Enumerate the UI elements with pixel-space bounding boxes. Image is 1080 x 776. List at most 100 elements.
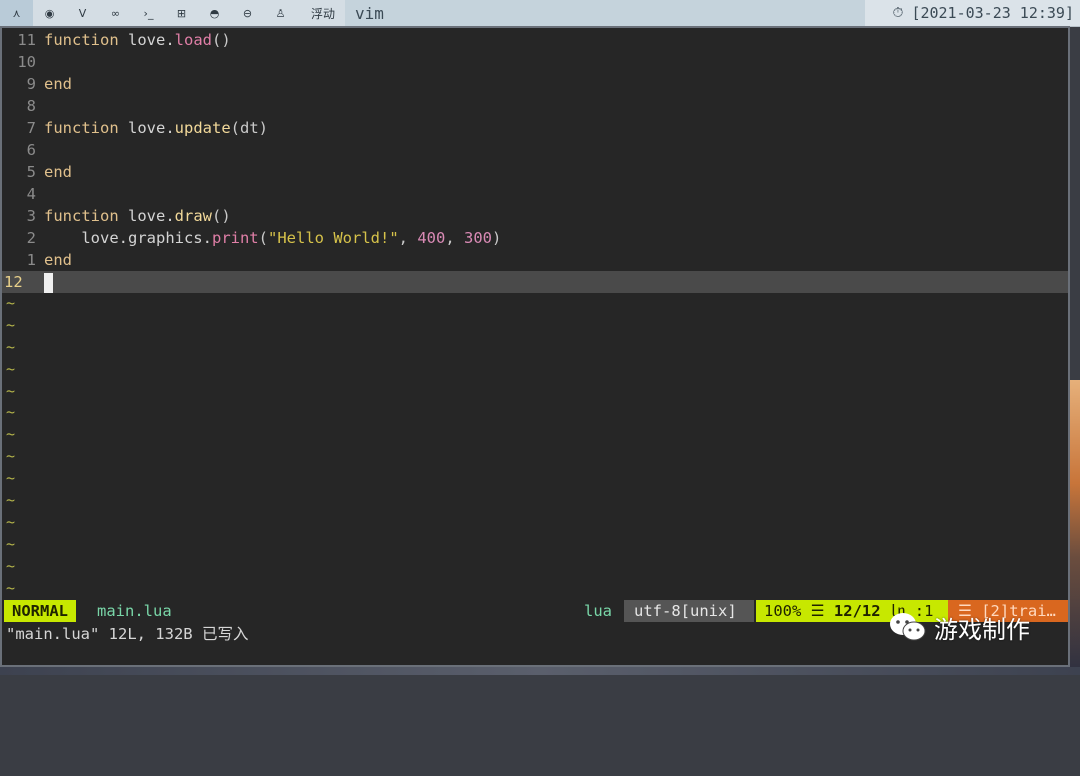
code-token: (dt) [230,119,268,137]
empty-buffer-line: ~ [2,381,1068,403]
floating-toggle-button[interactable]: 浮动 [297,0,349,26]
code-line[interactable]: 2 love.graphics.print("Hello World!", 40… [2,227,1068,249]
tilde-marker: ~ [6,315,16,334]
file-type: lua [584,602,612,620]
empty-buffer-line: ~ [2,424,1068,446]
tilde-marker: ~ [6,381,16,400]
code-token: 300 [464,229,492,247]
line-number: 4 [26,185,36,203]
empty-buffer-line: ~ [2,512,1068,534]
line-number: 7 [26,119,36,137]
current-line[interactable]: 12 [2,271,1068,293]
android-icon[interactable]: ◓ [198,0,231,26]
code-token: draw [174,207,212,225]
empty-buffer-line: ~ [2,359,1068,381]
line-number: 8 [26,97,36,115]
percent: 100% [764,602,802,620]
desktop-edge [0,667,1080,675]
code-line[interactable]: 6 [2,139,1068,161]
line-number: 1 [26,251,36,269]
tilde-marker: ~ [6,447,16,466]
line-number: 11 [17,31,36,49]
code-token: love. [128,31,175,49]
empty-buffer-line: ~ [2,556,1068,578]
text-cursor [44,272,53,293]
code-token: function [44,31,119,49]
code-token: , [398,229,418,247]
watermark: 游戏制作 [888,610,1030,644]
stopwatch-icon: ⏱ [892,5,904,21]
line-position: 12/12 [833,602,881,620]
code-line[interactable]: 7 function love.update(dt) [2,117,1068,139]
empty-buffer-line: ~ [2,490,1068,512]
code-line[interactable]: 5 end [2,161,1068,183]
line-number: 10 [17,53,36,71]
empty-buffer-line: ~ [2,315,1068,337]
tilde-marker: ~ [6,512,16,531]
code-line[interactable]: 9 end [2,73,1068,95]
code-token: 400 [417,229,446,247]
tilde-marker: ~ [6,578,16,597]
editor-buffer[interactable]: 11 function love.load() 10 9 end 8 7 function l… [2,29,1068,599]
code-line[interactable]: 3 function love.draw() [2,205,1068,227]
line-number: 3 [26,207,36,225]
line-number: 12 [4,273,23,291]
code-token: () [212,207,231,225]
tilde-marker: ~ [6,403,16,422]
line-number: 2 [26,229,36,247]
code-line[interactable]: 11 function love.load() [2,29,1068,51]
line-number: 9 [26,75,36,93]
file-name: main.lua [97,602,172,620]
code-token: ) [492,229,502,247]
wechat-icon [890,613,926,641]
code-line[interactable]: 10 [2,51,1068,73]
tilde-marker: ~ [6,491,16,510]
terminal-icon[interactable]: ›_ [132,0,165,26]
vim-icon[interactable]: V [66,0,99,26]
code-line[interactable]: 1 end [2,249,1068,271]
code-token: print [211,229,259,247]
clock-text: [2021-03-23 12:39] [911,4,1074,22]
code-line[interactable]: 8 [2,95,1068,117]
empty-buffer-line: ~ [2,534,1068,556]
clock: ⏱ [2021-03-23 12:39] [865,0,1080,26]
tilde-marker: ~ [6,534,16,553]
code-token: update [174,119,231,137]
line-number: 5 [26,163,36,181]
mode-indicator: NORMAL [4,600,76,622]
lines-icon: ☰ [810,602,825,620]
top-bar: ⋏ ◉ V ∞ ›_ ⊞ ◓ ⊖ ♙ 浮动 vim ⏱ [2021-03-23 12:39] [0,0,1080,27]
empty-buffer-line: ~ [2,293,1068,315]
menu-icon[interactable]: ⋏ [0,0,33,26]
empty-buffer-line: ~ [2,468,1068,490]
tilde-marker: ~ [6,469,16,488]
tilde-marker: ~ [6,556,16,575]
disc-icon[interactable]: ⊖ [231,0,264,26]
windows-icon[interactable]: ⊞ [165,0,198,26]
empty-buffer-line: ~ [2,337,1068,359]
code-token: end [44,75,72,93]
code-token: love. [128,207,175,225]
linux-penguin-icon[interactable]: ♙ [264,0,297,26]
tilde-marker: ~ [6,294,16,312]
watermark-text: 游戏制作 [934,615,1030,644]
code-token: end [44,251,72,269]
empty-buffer-line: ~ [2,446,1068,468]
code-token: love.graphics. [81,229,212,247]
code-token: ( [258,229,268,247]
code-token: love. [128,119,175,137]
file-encoding: utf-8[unix] [624,600,754,622]
line-number: 6 [26,141,36,159]
infinity-icon[interactable]: ∞ [99,0,132,26]
empty-buffer-line: ~ [2,578,1068,600]
empty-buffer-line: ~ [2,402,1068,424]
chrome-icon[interactable]: ◉ [33,0,66,26]
terminal-window[interactable]: 11 function love.load() 10 9 end 8 7 function l… [0,26,1070,667]
code-line[interactable]: 4 [2,183,1068,205]
window-title[interactable]: vim [345,0,865,26]
workspace-buttons: ⋏ ◉ V ∞ ›_ ⊞ ◓ ⊖ ♙ 浮动 [0,0,349,26]
code-token: "Hello World!" [268,229,399,247]
